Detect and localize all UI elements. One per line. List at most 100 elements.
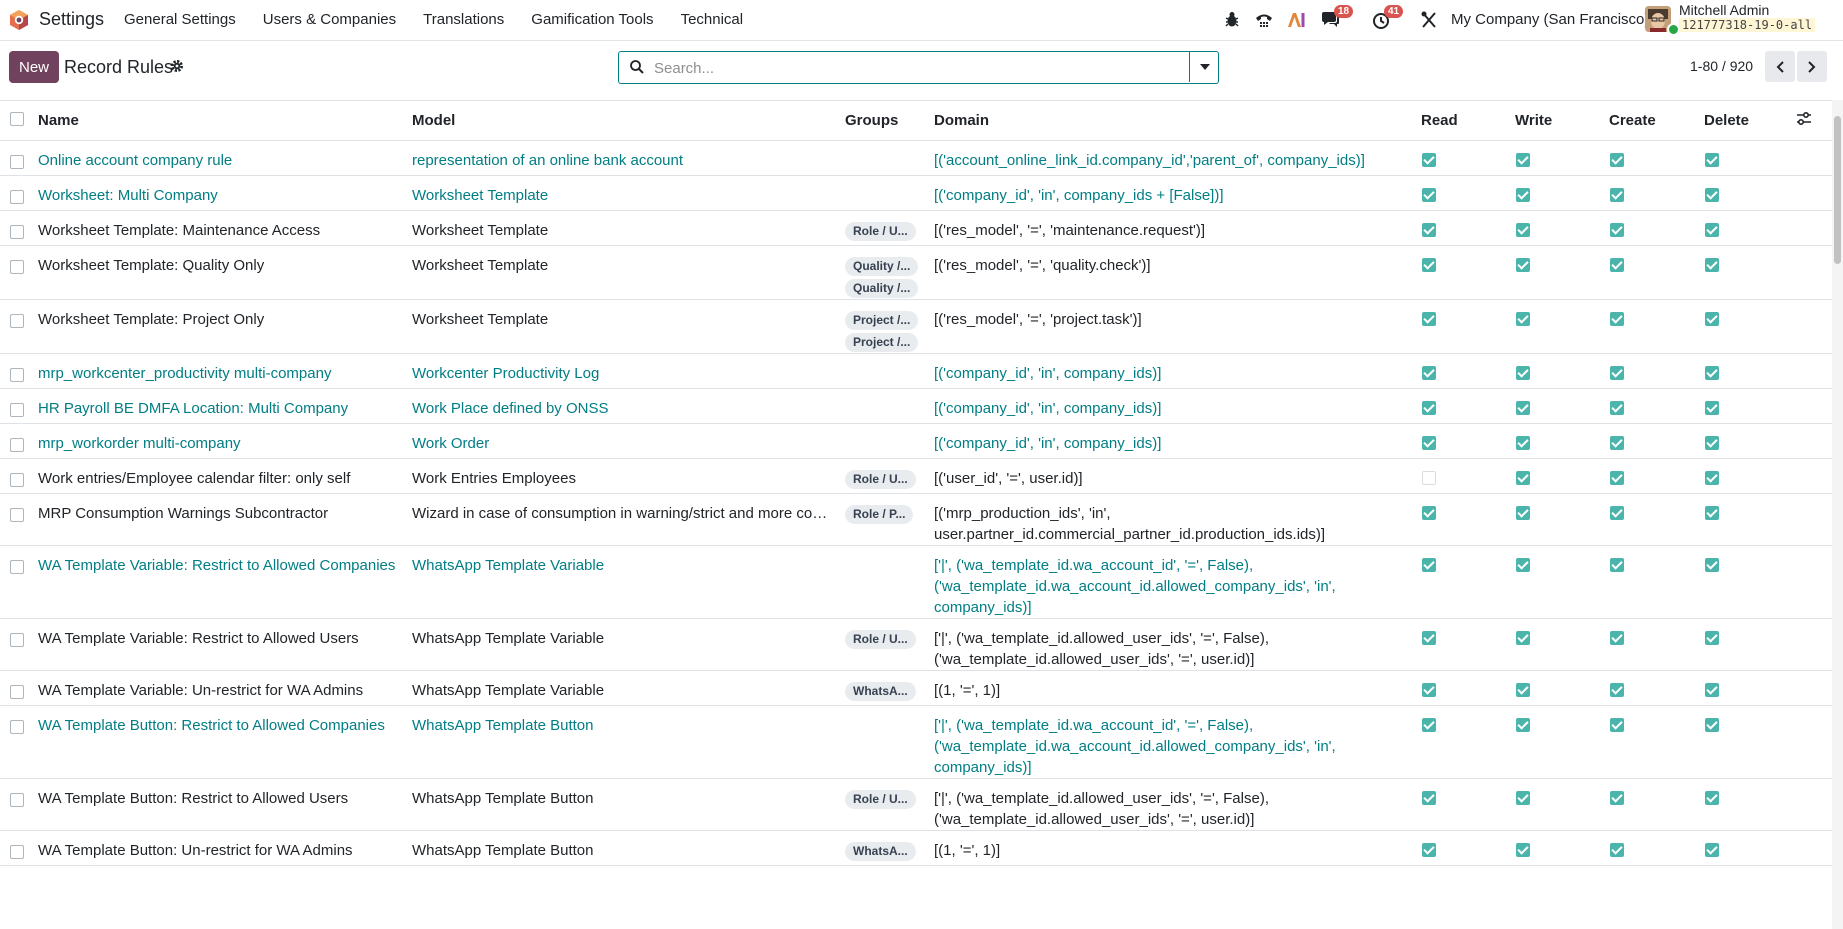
read-checkbox[interactable] <box>1422 223 1436 237</box>
rule-name[interactable]: WA Template Button: Un-restrict for WA A… <box>38 830 412 866</box>
create-checkbox[interactable] <box>1610 401 1624 415</box>
rule-name[interactable]: Worksheet Template: Maintenance Access <box>38 210 412 246</box>
rule-model[interactable]: Work Entries Employees <box>412 458 845 494</box>
create-checkbox[interactable] <box>1610 312 1624 326</box>
write-checkbox[interactable] <box>1516 791 1530 805</box>
read-checkbox[interactable] <box>1422 506 1436 520</box>
rule-domain[interactable]: [('res_model', '=', 'project.task')] <box>934 299 1421 354</box>
write-checkbox[interactable] <box>1516 631 1530 645</box>
rule-model[interactable]: Worksheet Template <box>412 245 845 300</box>
rule-domain[interactable]: [('company_id', 'in', company_ids)] <box>934 388 1421 424</box>
user-name[interactable]: Mitchell Admin <box>1679 2 1769 18</box>
rule-model[interactable]: WhatsApp Template Button <box>412 830 845 866</box>
write-checkbox[interactable] <box>1516 683 1530 697</box>
read-checkbox[interactable] <box>1422 401 1436 415</box>
table-row[interactable]: MRP Consumption Warnings Subcontractor Wi… <box>0 493 1832 546</box>
table-row[interactable]: Worksheet: Multi Company Worksheet Templa… <box>0 175 1832 211</box>
delete-checkbox[interactable] <box>1705 153 1719 167</box>
read-checkbox[interactable] <box>1422 718 1436 732</box>
row-select-checkbox[interactable] <box>10 473 24 487</box>
create-checkbox[interactable] <box>1610 631 1624 645</box>
ai-icon[interactable] <box>1286 8 1306 32</box>
rule-model[interactable]: WhatsApp Template Button <box>412 778 845 831</box>
company-switcher[interactable]: My Company (San Francisco) <box>1451 11 1649 28</box>
rule-name[interactable]: Worksheet Template: Quality Only <box>38 245 412 300</box>
create-checkbox[interactable] <box>1610 153 1624 167</box>
table-row[interactable]: mrp_workorder multi-company Work Order [('… <box>0 423 1832 459</box>
row-select-checkbox[interactable] <box>10 190 24 204</box>
table-row[interactable]: Worksheet Template: Maintenance Access Wo… <box>0 210 1832 246</box>
read-checkbox[interactable] <box>1422 631 1436 645</box>
row-select-checkbox[interactable] <box>10 314 24 328</box>
rule-name[interactable]: Work entries/Employee calendar filter: o… <box>38 458 412 494</box>
table-row[interactable]: Online account company rule representatio… <box>0 140 1832 176</box>
read-checkbox[interactable] <box>1422 258 1436 272</box>
row-select-checkbox[interactable] <box>10 793 24 807</box>
read-checkbox[interactable] <box>1422 471 1436 485</box>
search-options-toggle[interactable] <box>1189 51 1219 82</box>
read-checkbox[interactable] <box>1422 843 1436 857</box>
row-select-checkbox[interactable] <box>10 155 24 169</box>
column-header-model[interactable]: Model <box>412 100 845 141</box>
optional-columns-icon[interactable] <box>1796 111 1812 127</box>
write-checkbox[interactable] <box>1516 366 1530 380</box>
rule-name[interactable]: WA Template Variable: Un-restrict for WA… <box>38 670 412 706</box>
delete-checkbox[interactable] <box>1705 631 1719 645</box>
create-checkbox[interactable] <box>1610 223 1624 237</box>
menu-gamification-tools[interactable]: Gamification Tools <box>531 11 653 28</box>
rule-name[interactable]: Online account company rule <box>38 140 412 176</box>
write-checkbox[interactable] <box>1516 401 1530 415</box>
create-checkbox[interactable] <box>1610 558 1624 572</box>
create-checkbox[interactable] <box>1610 506 1624 520</box>
column-header-create[interactable]: Create <box>1609 100 1704 141</box>
rule-domain[interactable]: ['|', ('wa_template_id.allowed_user_ids'… <box>934 618 1421 671</box>
activities-button[interactable]: 41 <box>1372 5 1404 32</box>
rule-domain[interactable]: [('res_model', '=', 'maintenance.request… <box>934 210 1421 246</box>
create-checkbox[interactable] <box>1610 366 1624 380</box>
create-checkbox[interactable] <box>1610 843 1624 857</box>
write-checkbox[interactable] <box>1516 153 1530 167</box>
table-row[interactable]: Work entries/Employee calendar filter: o… <box>0 458 1832 494</box>
create-checkbox[interactable] <box>1610 436 1624 450</box>
rule-name[interactable]: mrp_workcenter_productivity multi-compan… <box>38 353 412 389</box>
delete-checkbox[interactable] <box>1705 312 1719 326</box>
write-checkbox[interactable] <box>1516 223 1530 237</box>
table-row[interactable]: mrp_workcenter_productivity multi-compan… <box>0 353 1832 389</box>
column-header-name[interactable]: Name <box>38 100 412 141</box>
rule-name[interactable]: WA Template Button: Restrict to Allowed … <box>38 778 412 831</box>
rule-domain[interactable]: ['|', ('wa_template_id.allowed_user_ids'… <box>934 778 1421 831</box>
write-checkbox[interactable] <box>1516 436 1530 450</box>
delete-checkbox[interactable] <box>1705 366 1719 380</box>
rule-name[interactable]: Worksheet: Multi Company <box>38 175 412 211</box>
rule-name[interactable]: WA Template Button: Restrict to Allowed … <box>38 705 412 779</box>
delete-checkbox[interactable] <box>1705 791 1719 805</box>
delete-checkbox[interactable] <box>1705 188 1719 202</box>
column-header-delete[interactable]: Delete <box>1704 100 1796 141</box>
menu-users-companies[interactable]: Users & Companies <box>263 11 396 28</box>
rule-name[interactable]: WA Template Variable: Restrict to Allowe… <box>38 545 412 619</box>
write-checkbox[interactable] <box>1516 258 1530 272</box>
delete-checkbox[interactable] <box>1705 718 1719 732</box>
row-select-checkbox[interactable] <box>10 368 24 382</box>
rule-domain[interactable]: [('company_id', 'in', company_ids)] <box>934 353 1421 389</box>
row-select-checkbox[interactable] <box>10 720 24 734</box>
write-checkbox[interactable] <box>1516 188 1530 202</box>
table-row[interactable]: WA Template Variable: Restrict to Allowe… <box>0 545 1832 619</box>
read-checkbox[interactable] <box>1422 188 1436 202</box>
rule-domain[interactable]: [('company_id', 'in', company_ids + [Fal… <box>934 175 1421 211</box>
delete-checkbox[interactable] <box>1705 436 1719 450</box>
delete-checkbox[interactable] <box>1705 843 1719 857</box>
rule-model[interactable]: Workcenter Productivity Log <box>412 353 845 389</box>
app-name[interactable]: Settings <box>39 9 104 30</box>
delete-checkbox[interactable] <box>1705 401 1719 415</box>
pager-previous-button[interactable] <box>1765 51 1795 82</box>
delete-checkbox[interactable] <box>1705 471 1719 485</box>
pager-next-button[interactable] <box>1797 51 1827 82</box>
write-checkbox[interactable] <box>1516 506 1530 520</box>
rule-name[interactable]: Worksheet Template: Project Only <box>38 299 412 354</box>
tools-icon[interactable] <box>1420 8 1438 32</box>
delete-checkbox[interactable] <box>1705 223 1719 237</box>
table-row[interactable]: WA Template Button: Restrict to Allowed … <box>0 778 1832 831</box>
table-row[interactable]: WA Template Variable: Un-restrict for WA… <box>0 670 1832 706</box>
rule-name[interactable]: mrp_workorder multi-company <box>38 423 412 459</box>
